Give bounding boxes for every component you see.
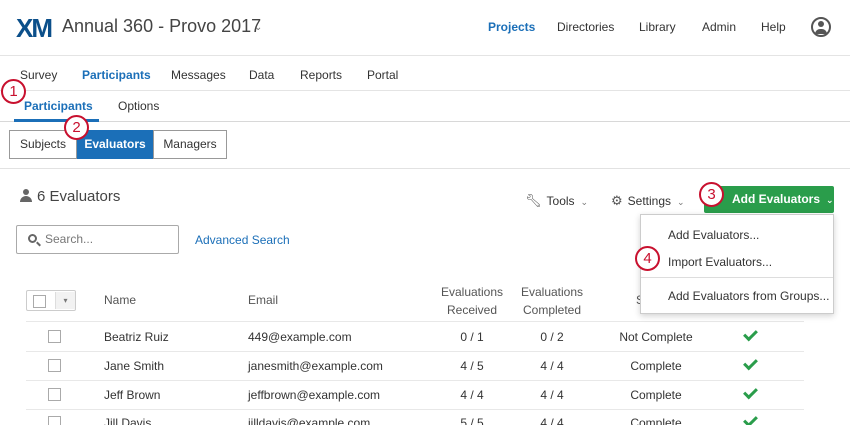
divider (0, 168, 850, 169)
cell-completed: 4 / 4 (540, 359, 564, 373)
row-checkbox[interactable] (48, 416, 61, 425)
nav-library[interactable]: Library (639, 20, 676, 34)
cell-status: Complete (630, 416, 682, 425)
add-evaluators-menu: Add Evaluators... Import Evaluators... A… (640, 214, 834, 314)
cell-email: janesmith@example.com (248, 359, 383, 373)
top-bar: XM Annual 360 - Provo 2017 ⌄ Projects Di… (0, 0, 850, 55)
settings-label: Settings (627, 194, 672, 208)
column-header-received-line1: Evaluations (440, 285, 504, 299)
chevron-down-icon[interactable]: ▾ (55, 292, 75, 309)
cell-completed: 4 / 4 (540, 388, 564, 402)
cell-name[interactable]: Beatriz Ruiz (104, 330, 169, 344)
tab-portal[interactable]: Portal (367, 68, 398, 82)
row-divider (26, 321, 804, 322)
cell-name[interactable]: Jill Davis (104, 416, 151, 425)
project-tabs: Survey Participants Messages Data Report… (0, 55, 850, 91)
menu-item-add-from-groups[interactable]: Add Evaluators from Groups... (668, 289, 829, 303)
subtab-options[interactable]: Options (118, 99, 159, 113)
nav-admin[interactable]: Admin (702, 20, 736, 34)
step-marker-3: 3 (699, 182, 724, 207)
cell-email: jilldavis@example.com (248, 416, 371, 425)
menu-item-import-evaluators[interactable]: Import Evaluators... (668, 255, 772, 269)
cell-received: 4 / 4 (460, 388, 484, 402)
segment-evaluators[interactable]: Evaluators (77, 130, 153, 159)
column-header-received-line2: Received (446, 303, 498, 317)
participants-subtabs: Participants Options (0, 91, 850, 122)
search-box[interactable] (16, 225, 179, 254)
nav-projects[interactable]: Projects (488, 20, 535, 34)
cell-name[interactable]: Jane Smith (104, 359, 164, 373)
row-checkbox[interactable] (48, 359, 61, 372)
column-header-received[interactable]: Evaluations Received (436, 285, 508, 317)
gear-icon: ⚙ (611, 193, 623, 208)
row-divider (26, 380, 804, 381)
project-title[interactable]: Annual 360 - Provo 2017 (62, 16, 261, 37)
checkmark-icon (743, 355, 758, 371)
column-header-email[interactable]: Email (248, 293, 278, 307)
wrench-icon: 🔧︎ (525, 193, 542, 208)
person-icon (20, 189, 32, 202)
step-marker-2: 2 (64, 115, 89, 140)
tab-messages[interactable]: Messages (171, 68, 226, 82)
chevron-down-icon: ⌄ (580, 197, 589, 207)
select-all-checkbox[interactable] (33, 295, 46, 308)
cell-received: 5 / 5 (460, 416, 484, 425)
evaluator-count: 6 Evaluators (20, 188, 120, 205)
add-evaluators-label: Add Evaluators (732, 192, 821, 206)
chevron-down-icon[interactable]: ⌄ (254, 22, 262, 33)
tab-reports[interactable]: Reports (300, 68, 342, 82)
cell-name[interactable]: Jeff Brown (104, 388, 160, 402)
row-checkbox[interactable] (48, 330, 61, 343)
tab-data[interactable]: Data (249, 68, 274, 82)
xm-logo[interactable]: XM (16, 13, 53, 44)
select-all-control[interactable]: ▾ (26, 290, 76, 311)
tools-label: Tools (546, 194, 575, 208)
search-input[interactable] (45, 232, 165, 246)
search-icon (28, 234, 37, 243)
checkmark-icon (743, 384, 758, 400)
nav-directories[interactable]: Directories (557, 20, 614, 34)
checkmark-icon (743, 412, 758, 425)
chevron-down-icon: ⌄ (677, 197, 685, 207)
column-header-name[interactable]: Name (104, 293, 136, 307)
tab-participants[interactable]: Participants (82, 68, 151, 82)
row-divider (26, 351, 804, 352)
row-divider (26, 409, 804, 410)
tools-button[interactable]: 🔧︎ Tools ⌄ (525, 193, 588, 209)
step-marker-1: 1 (1, 79, 26, 104)
cell-status: Complete (630, 388, 682, 402)
tab-survey[interactable]: Survey (20, 68, 57, 82)
menu-item-add-evaluators[interactable]: Add Evaluators... (668, 228, 759, 242)
user-account-icon[interactable] (811, 17, 831, 37)
checkmark-icon (743, 326, 758, 342)
subtab-participants[interactable]: Participants (24, 99, 93, 113)
chevron-down-icon: ⌄ (826, 195, 834, 205)
advanced-search-link[interactable]: Advanced Search (195, 233, 290, 247)
segment-managers[interactable]: Managers (153, 130, 227, 159)
column-header-completed-line1: Evaluations (520, 285, 584, 299)
menu-divider (641, 277, 833, 278)
logo-text: XM (16, 13, 53, 43)
evaluator-count-label: 6 Evaluators (37, 188, 121, 205)
step-marker-4: 4 (635, 246, 660, 271)
cell-received: 0 / 1 (460, 330, 484, 344)
settings-button[interactable]: ⚙ Settings ⌄ (611, 193, 685, 209)
cell-completed: 0 / 2 (540, 330, 564, 344)
column-header-completed-line2: Completed (522, 303, 582, 317)
row-checkbox[interactable] (48, 388, 61, 401)
cell-email: jeffbrown@example.com (248, 388, 381, 402)
cell-received: 4 / 5 (460, 359, 484, 373)
cell-status: Complete (630, 359, 682, 373)
nav-help[interactable]: Help (761, 20, 786, 34)
column-header-completed[interactable]: Evaluations Completed (516, 285, 588, 317)
cell-email: 449@example.com (248, 330, 352, 344)
cell-completed: 4 / 4 (540, 416, 564, 425)
cell-status: Not Complete (619, 330, 693, 344)
